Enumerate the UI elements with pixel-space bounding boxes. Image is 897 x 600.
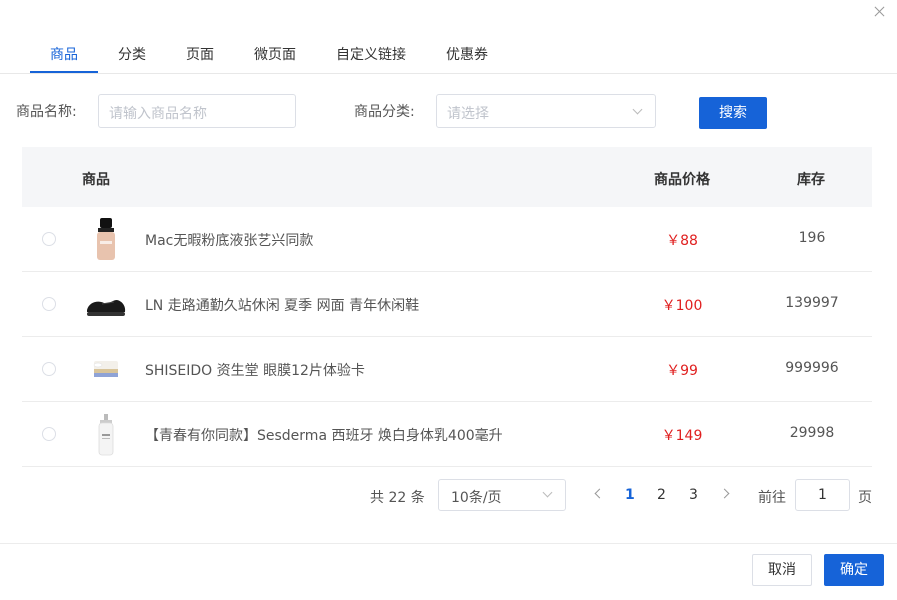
tab-categories[interactable]: 分类	[118, 44, 146, 64]
row-radio[interactable]	[42, 427, 56, 441]
goto-label: 前往	[758, 490, 786, 506]
tab-products[interactable]: 商品	[50, 44, 78, 64]
product-stock: 999996	[785, 360, 839, 376]
active-tab-indicator	[30, 71, 98, 73]
product-price: ￥99	[666, 363, 698, 379]
page-size-select[interactable]: 10条/页	[438, 479, 566, 511]
row-radio[interactable]	[42, 297, 56, 311]
chevron-down-icon	[632, 104, 643, 115]
tab-coupons[interactable]: 优惠券	[446, 44, 488, 64]
page-3-button[interactable]: 3	[689, 487, 698, 503]
tab-custom-link[interactable]: 自定义链接	[336, 44, 406, 64]
lotion-bottle-image	[98, 414, 114, 456]
prev-page-icon[interactable]	[594, 488, 605, 499]
row-radio[interactable]	[42, 362, 56, 376]
header-stock: 库存	[797, 172, 825, 188]
page-size-value: 10条/页	[451, 490, 502, 506]
product-name: SHISEIDO 资生堂 眼膜12片体验卡	[145, 363, 365, 379]
confirm-button[interactable]: 确定	[824, 554, 884, 586]
table-row[interactable]: LN 走路通勤久站休闲 夏季 网面 青年休闲鞋 ￥100 139997	[22, 272, 872, 337]
header-price: 商品价格	[654, 172, 710, 188]
product-name: LN 走路通勤久站休闲 夏季 网面 青年休闲鞋	[145, 298, 420, 314]
product-name: 【青春有你同款】Sesderma 西班牙 焕白身体乳400毫升	[145, 428, 503, 444]
category-placeholder: 请选择	[447, 106, 489, 122]
goto-suffix: 页	[858, 490, 872, 506]
tab-bar: 商品 分类 页面 微页面 自定义链接 优惠券	[0, 32, 897, 74]
product-name-placeholder: 请输入商品名称	[109, 106, 207, 122]
chevron-down-icon	[542, 487, 553, 498]
goto-page-input[interactable]: 1	[795, 479, 850, 511]
page-1-button[interactable]: 1	[625, 487, 635, 503]
table-row[interactable]: SHISEIDO 资生堂 眼膜12片体验卡 ￥99 999996	[22, 337, 872, 402]
cancel-button[interactable]: 取消	[752, 554, 812, 586]
footer-divider	[0, 543, 897, 544]
search-button[interactable]: 搜索	[699, 97, 767, 129]
row-radio[interactable]	[42, 232, 56, 246]
close-icon[interactable]	[872, 4, 888, 20]
black-sneaker-image	[87, 300, 126, 316]
product-stock: 196	[798, 230, 826, 246]
product-stock: 139997	[785, 295, 839, 311]
table-header: 商品 商品价格 库存	[22, 147, 872, 207]
tab-pages[interactable]: 页面	[186, 44, 214, 64]
product-price: ￥88	[666, 233, 698, 249]
product-name: Mac无暇粉底液张艺兴同款	[145, 233, 314, 249]
table-row[interactable]: 【青春有你同款】Sesderma 西班牙 焕白身体乳400毫升 ￥149 299…	[22, 402, 872, 467]
pagination-total: 共 22 条	[370, 490, 425, 506]
product-name-label: 商品名称:	[16, 104, 77, 120]
category-select[interactable]: 请选择	[436, 94, 656, 128]
table-row[interactable]: Mac无暇粉底液张艺兴同款 ￥88 196	[22, 207, 872, 272]
eye-mask-card-image	[93, 361, 118, 377]
next-page-icon[interactable]	[719, 488, 730, 499]
page-2-button[interactable]: 2	[657, 487, 666, 503]
tab-micro-pages[interactable]: 微页面	[254, 44, 296, 64]
category-label: 商品分类:	[354, 104, 415, 120]
product-price: ￥149	[661, 428, 703, 444]
header-product: 商品	[82, 172, 110, 188]
product-price: ￥100	[661, 298, 703, 314]
product-name-input[interactable]: 请输入商品名称	[98, 94, 296, 128]
foundation-bottle-image	[97, 218, 115, 260]
product-stock: 29998	[789, 425, 835, 441]
